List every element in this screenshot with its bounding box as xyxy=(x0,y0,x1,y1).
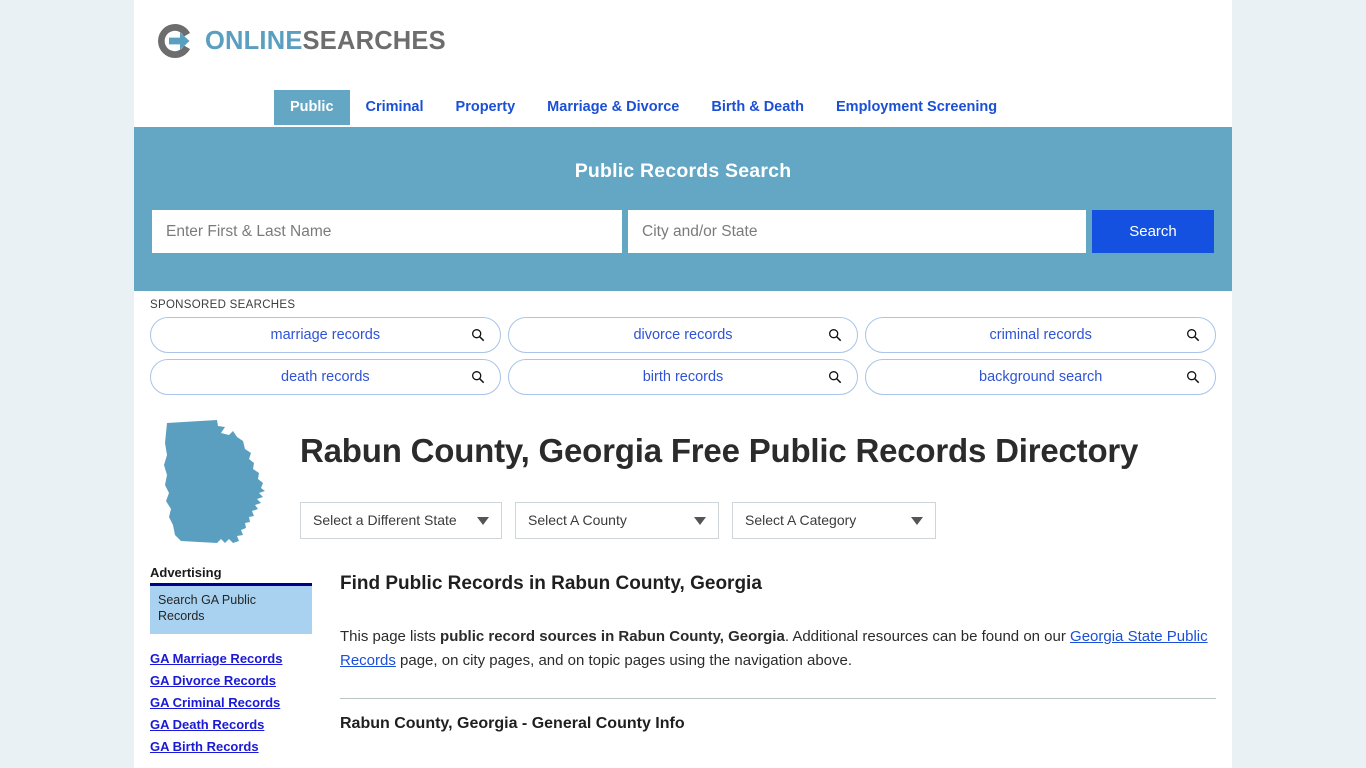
location-search-input[interactable] xyxy=(628,210,1086,253)
page-hero: Rabun County, Georgia Free Public Record… xyxy=(134,401,1232,549)
content-divider xyxy=(340,697,1216,699)
sponsored-searches-label: SPONSORED SEARCHES xyxy=(150,299,296,311)
site-header: ONLINESEARCHES xyxy=(134,0,1232,84)
nav-item-criminal[interactable]: Criminal xyxy=(350,90,440,126)
logo-wordmark: ONLINESEARCHES xyxy=(205,27,446,56)
search-icon xyxy=(471,328,485,342)
sidebar-link-ga-divorce-records[interactable]: GA Divorce Records xyxy=(150,673,312,688)
search-icon xyxy=(828,328,842,342)
search-panel-title: Public Records Search xyxy=(574,160,792,182)
chevron-down-icon xyxy=(694,517,706,526)
sidebar: Advertising Search GA Public Records GA … xyxy=(150,565,312,761)
search-icon xyxy=(1186,370,1200,384)
search-form: Search xyxy=(152,210,1214,253)
page-title: Rabun County, Georgia Free Public Record… xyxy=(300,432,1139,469)
search-submit-button[interactable]: Search xyxy=(1092,210,1214,253)
intro-text-1: This page lists xyxy=(340,628,441,645)
pill-label: death records xyxy=(281,369,370,385)
georgia-state-map-icon xyxy=(150,413,278,549)
intro-text-bold: public record sources in Rabun County, G… xyxy=(440,628,785,645)
ad-box-text: Search GA Public Records xyxy=(158,593,256,623)
intro-paragraph: This page lists public record sources in… xyxy=(340,625,1216,674)
pill-label: criminal records xyxy=(989,327,1092,343)
filter-dropdowns: Select a Different State Select A County… xyxy=(300,501,1216,539)
category-select-label: Select A Category xyxy=(745,512,857,529)
sponsored-pill-marriage-records[interactable]: marriage records xyxy=(150,317,501,353)
advertising-heading: Advertising xyxy=(150,565,222,580)
site-logo[interactable]: ONLINESEARCHES xyxy=(154,18,1232,64)
sponsored-pill-criminal-records[interactable]: criminal records xyxy=(865,317,1217,353)
sidebar-link-ga-death-records[interactable]: GA Death Records xyxy=(150,717,312,732)
sidebar-link-ga-criminal-records[interactable]: GA Criminal Records xyxy=(150,695,312,710)
logo-word-online: ONLINE xyxy=(205,26,303,55)
nav-item-marriage-divorce[interactable]: Marriage & Divorce xyxy=(531,90,695,126)
sponsored-row-2: death records birth records background s… xyxy=(150,359,1217,395)
sponsored-pill-death-records[interactable]: death records xyxy=(150,359,501,395)
subsection-heading: Rabun County, Georgia - General County I… xyxy=(340,714,685,732)
search-icon xyxy=(1186,328,1200,342)
sidebar-link-ga-marriage-records[interactable]: GA Marriage Records xyxy=(150,651,312,666)
nav-item-property[interactable]: Property xyxy=(440,90,532,126)
ad-box[interactable]: Search GA Public Records xyxy=(150,583,312,635)
main-navigation: Public Criminal Property Marriage & Divo… xyxy=(134,84,1232,127)
circular-arrow-logo-icon xyxy=(154,20,196,62)
nav-item-birth-death[interactable]: Birth & Death xyxy=(695,90,820,126)
nav-item-employment-screening[interactable]: Employment Screening xyxy=(820,90,1013,126)
sponsored-pill-divorce-records[interactable]: divorce records xyxy=(507,317,859,353)
state-select-label: Select a Different State xyxy=(313,512,457,529)
county-select[interactable]: Select A County xyxy=(515,501,719,539)
sidebar-link-ga-birth-records[interactable]: GA Birth Records xyxy=(150,739,312,754)
intro-text-3: page, on city pages, and on topic pages … xyxy=(395,652,853,670)
sponsored-pill-birth-records[interactable]: birth records xyxy=(507,359,859,395)
lower-content: Advertising Search GA Public Records GA … xyxy=(134,565,1232,761)
name-search-input[interactable] xyxy=(152,210,622,253)
nav-item-public[interactable]: Public xyxy=(274,89,350,125)
sponsored-searches-section: SPONSORED SEARCHES marriage records divo… xyxy=(134,291,1232,395)
chevron-down-icon xyxy=(911,517,923,526)
content-container: ONLINESEARCHES Public Criminal Property … xyxy=(134,0,1232,768)
state-select[interactable]: Select a Different State xyxy=(300,501,502,539)
sidebar-links: GA Marriage Records GA Divorce Records G… xyxy=(150,651,312,754)
pill-label: marriage records xyxy=(270,327,381,343)
sponsored-pill-background-search[interactable]: background search xyxy=(865,359,1217,395)
pill-label: background search xyxy=(979,369,1103,385)
hero-text-column: Rabun County, Georgia Free Public Record… xyxy=(278,413,1216,549)
main-column: Find Public Records in Rabun County, Geo… xyxy=(312,565,1216,761)
search-icon xyxy=(828,370,842,384)
category-select[interactable]: Select A Category xyxy=(732,501,936,539)
pill-label: birth records xyxy=(642,369,724,385)
chevron-down-icon xyxy=(477,517,489,526)
search-icon xyxy=(471,370,485,384)
logo-word-searches: SEARCHES xyxy=(302,26,446,55)
intro-text-2: . Additional resources can be found on o… xyxy=(784,628,1071,645)
section-heading: Find Public Records in Rabun County, Geo… xyxy=(340,573,762,594)
county-select-label: Select A County xyxy=(528,512,627,529)
public-records-search-panel: Public Records Search Search xyxy=(134,127,1232,291)
page-root: ONLINESEARCHES Public Criminal Property … xyxy=(0,0,1366,768)
pill-label: divorce records xyxy=(633,327,733,343)
sponsored-row-1: marriage records divorce records crimina… xyxy=(150,317,1217,353)
